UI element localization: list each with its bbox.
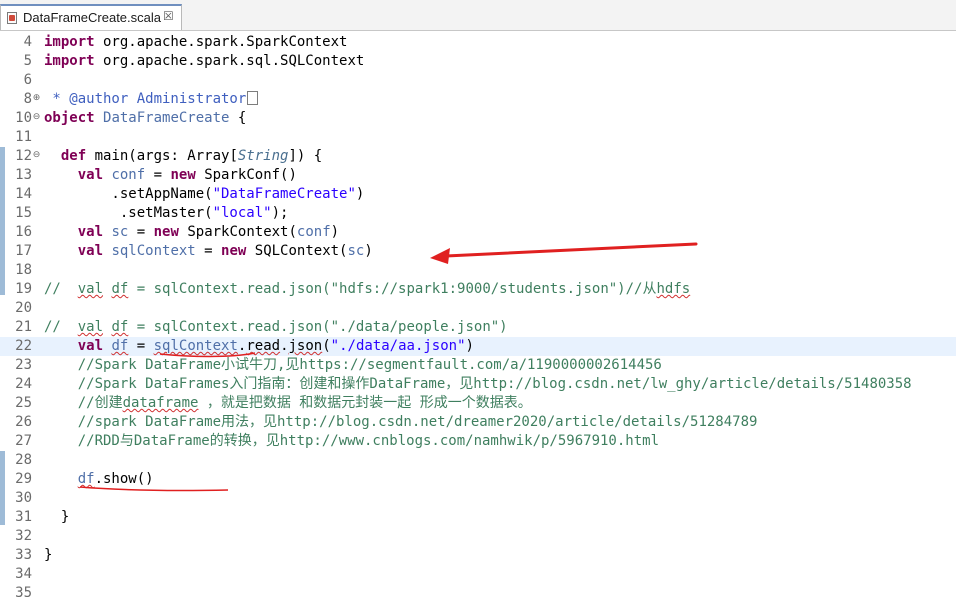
tab-title: DataFrameCreate.scala (23, 10, 161, 25)
code-editor[interactable]: 4 import org.apache.spark.SparkContext 5 im… (0, 31, 956, 601)
arrow-head-annotation (430, 248, 450, 264)
arrow-annotation (444, 242, 698, 258)
close-tab-icon[interactable]: ☒ (163, 9, 174, 23)
underline-annotation-sqlcontext (159, 352, 256, 358)
annotation-overlay (79, 242, 698, 492)
scala-file-icon (7, 12, 17, 24)
underline-annotation-show (79, 486, 229, 492)
editor-tab-dataframecreate[interactable]: DataFrameCreate.scala ☒ (0, 4, 182, 30)
editor-tab-bar: DataFrameCreate.scala ☒ (0, 0, 956, 31)
